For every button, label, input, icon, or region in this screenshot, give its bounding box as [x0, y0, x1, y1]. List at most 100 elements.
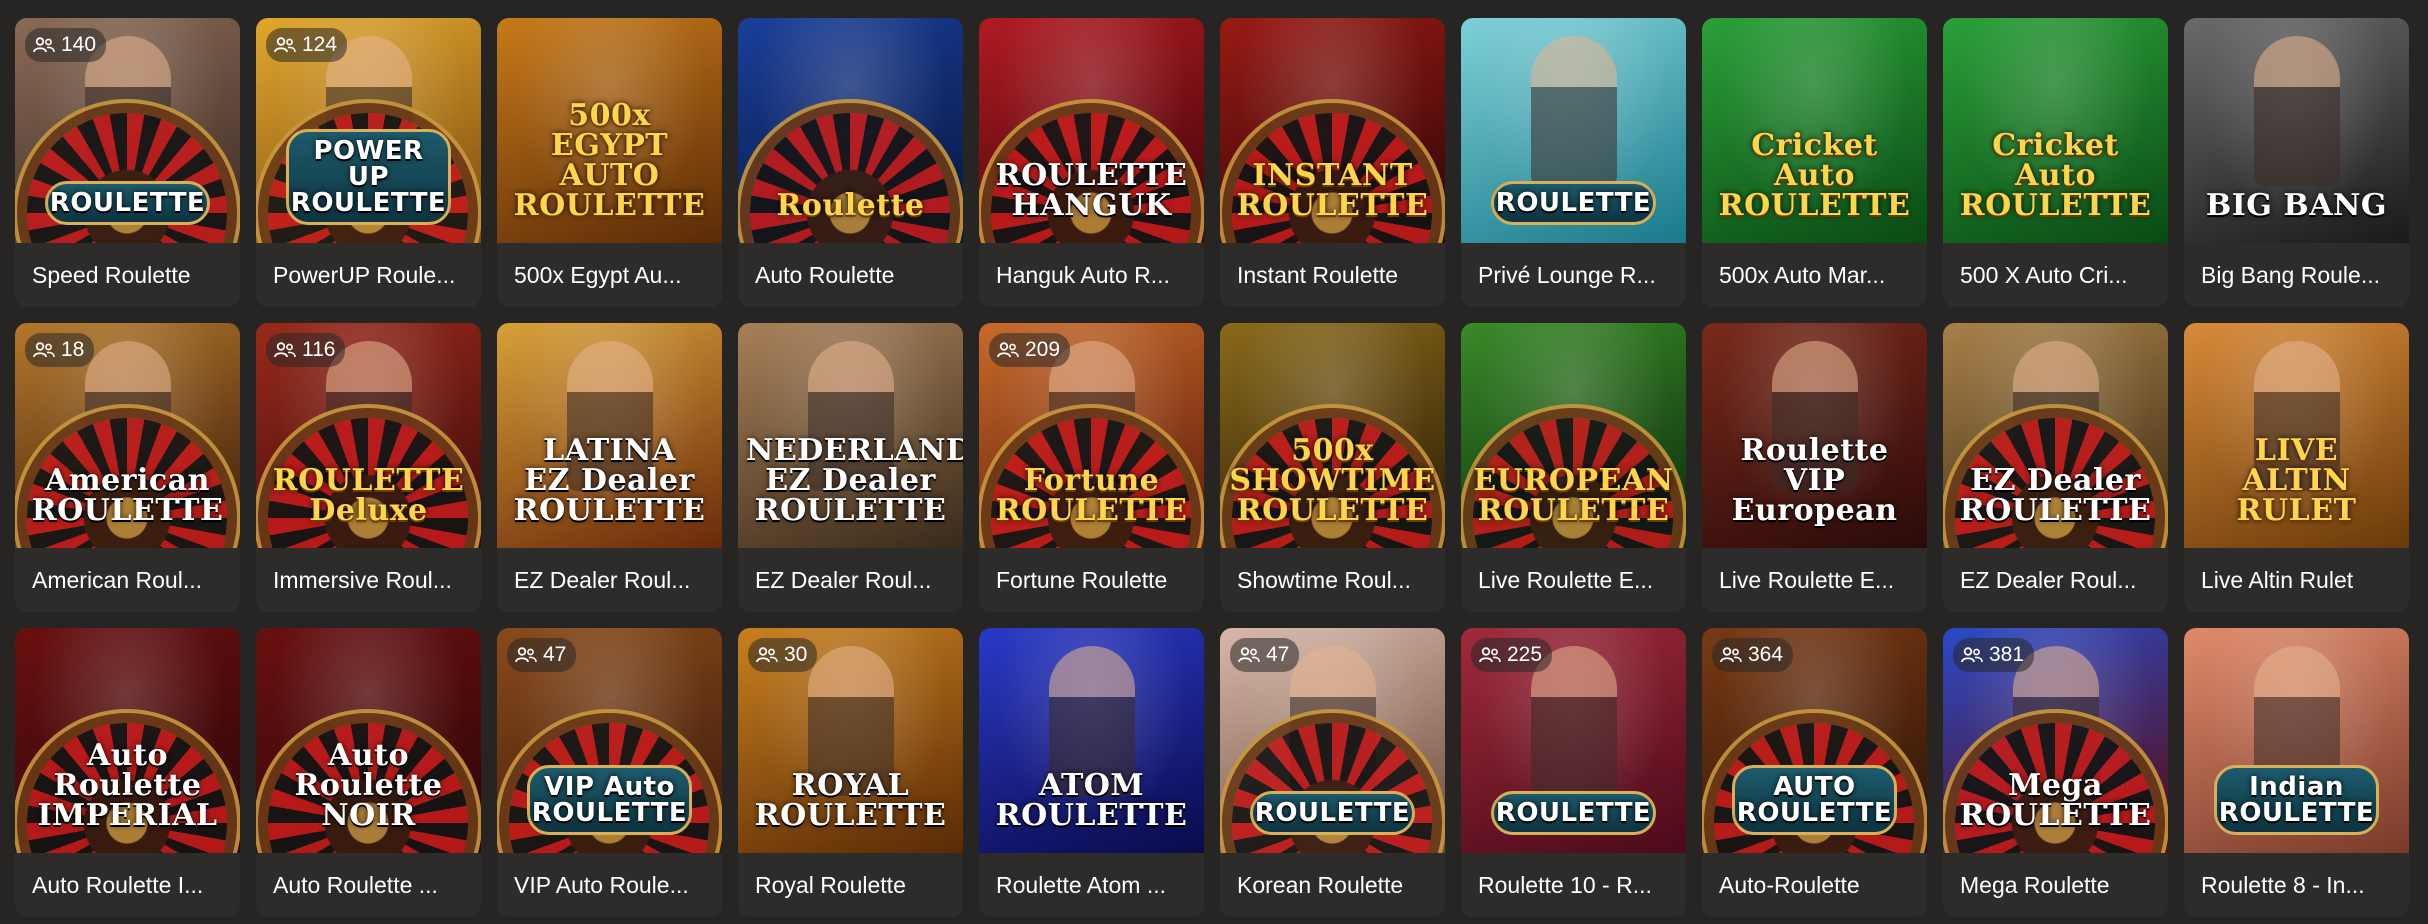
game-thumbnail[interactable]: Roulette: [738, 18, 963, 243]
game-title[interactable]: Showtime Roul...: [1220, 548, 1445, 612]
game-tile[interactable]: ATOM ROULETTE Roulette Atom ...: [979, 628, 1204, 917]
game-title[interactable]: EZ Dealer Roul...: [497, 548, 722, 612]
game-tile[interactable]: ROULETTE 140 Speed Roulette: [15, 18, 240, 307]
game-thumbnail[interactable]: 500x EGYPT AUTO ROULETTE: [497, 18, 722, 243]
game-title[interactable]: Roulette Atom ...: [979, 853, 1204, 917]
game-title[interactable]: Mega Roulette: [1943, 853, 2168, 917]
game-logo: Mega ROULETTE: [1959, 768, 2152, 833]
game-thumbnail[interactable]: Fortune ROULETTE 209: [979, 323, 1204, 548]
game-tile[interactable]: ROULETTE 47 Korean Roulette: [1220, 628, 1445, 917]
game-thumbnail[interactable]: EZ Dealer ROULETTE: [1943, 323, 2168, 548]
game-title[interactable]: Roulette 8 - In...: [2184, 853, 2409, 917]
game-tile[interactable]: INSTANT ROULETTE Instant Roulette: [1220, 18, 1445, 307]
game-thumbnail[interactable]: LIVE ALTIN RULET: [2184, 323, 2409, 548]
game-tile[interactable]: Auto Roulette IMPERIAL Auto Roulette I...: [15, 628, 240, 917]
game-title[interactable]: Fortune Roulette: [979, 548, 1204, 612]
game-title[interactable]: Speed Roulette: [15, 243, 240, 307]
player-count-badge: 116: [266, 333, 346, 367]
game-thumbnail[interactable]: INSTANT ROULETTE: [1220, 18, 1445, 243]
game-tile[interactable]: VIP Auto ROULETTE 47 VIP Auto Roule...: [497, 628, 722, 917]
game-thumbnail[interactable]: Roulette VIP European: [1702, 323, 1927, 548]
game-title[interactable]: EZ Dealer Roul...: [738, 548, 963, 612]
game-thumbnail[interactable]: ROULETTE 225: [1461, 628, 1686, 853]
game-thumbnail[interactable]: ROYAL ROULETTE 30: [738, 628, 963, 853]
people-icon: [515, 647, 537, 663]
game-tile[interactable]: ROYAL ROULETTE 30 Royal Roulette: [738, 628, 963, 917]
game-thumbnail[interactable]: Auto Roulette NOIR: [256, 628, 481, 853]
game-tile[interactable]: Auto Roulette NOIR Auto Roulette ...: [256, 628, 481, 917]
game-thumbnail[interactable]: Indian ROULETTE: [2184, 628, 2409, 853]
game-thumbnail[interactable]: POWER UP ROULETTE 124: [256, 18, 481, 243]
game-title[interactable]: Live Roulette E...: [1461, 548, 1686, 612]
game-tile[interactable]: EUROPEAN ROULETTE Live Roulette E...: [1461, 323, 1686, 612]
game-tile[interactable]: 500x SHOWTIME ROULETTE Showtime Roul...: [1220, 323, 1445, 612]
game-title[interactable]: Instant Roulette: [1220, 243, 1445, 307]
game-thumbnail[interactable]: ROULETTE 140: [15, 18, 240, 243]
game-logo: VIP Auto ROULETTE: [527, 765, 692, 835]
game-thumbnail[interactable]: Cricket Auto ROULETTE: [1702, 18, 1927, 243]
game-title[interactable]: Auto Roulette: [738, 243, 963, 307]
game-thumbnail[interactable]: NEDERLANDS EZ Dealer ROULETTE: [738, 323, 963, 548]
game-thumbnail[interactable]: Mega ROULETTE 381: [1943, 628, 2168, 853]
game-title[interactable]: Auto Roulette I...: [15, 853, 240, 917]
game-tile[interactable]: ROULETTE Deluxe 116 Immersive Roul...: [256, 323, 481, 612]
people-icon: [33, 342, 55, 358]
game-title[interactable]: VIP Auto Roule...: [497, 853, 722, 917]
game-title[interactable]: Hanguk Auto R...: [979, 243, 1204, 307]
game-title[interactable]: Auto Roulette ...: [256, 853, 481, 917]
game-title[interactable]: EZ Dealer Roul...: [1943, 548, 2168, 612]
game-title[interactable]: Big Bang Roule...: [2184, 243, 2409, 307]
game-tile[interactable]: LIVE ALTIN RULET Live Altin Rulet: [2184, 323, 2409, 612]
game-thumbnail[interactable]: ROULETTE: [1461, 18, 1686, 243]
game-title[interactable]: Live Altin Rulet: [2184, 548, 2409, 612]
game-thumbnail[interactable]: Auto Roulette IMPERIAL: [15, 628, 240, 853]
game-thumbnail[interactable]: ATOM ROULETTE: [979, 628, 1204, 853]
game-title[interactable]: Live Roulette E...: [1702, 548, 1927, 612]
game-tile[interactable]: ROULETTE HANGUK Hanguk Auto R...: [979, 18, 1204, 307]
game-tile[interactable]: Cricket Auto ROULETTE 500 X Auto Cri...: [1943, 18, 2168, 307]
game-title[interactable]: 500x Egypt Au...: [497, 243, 722, 307]
game-thumbnail[interactable]: American ROULETTE 18: [15, 323, 240, 548]
game-thumbnail[interactable]: BIG BANG: [2184, 18, 2409, 243]
game-tile[interactable]: ROULETTE 225 Roulette 10 - R...: [1461, 628, 1686, 917]
player-count: 364: [1748, 643, 1784, 666]
game-thumbnail[interactable]: ROULETTE HANGUK: [979, 18, 1204, 243]
game-title[interactable]: Korean Roulette: [1220, 853, 1445, 917]
game-tile[interactable]: Roulette Auto Roulette: [738, 18, 963, 307]
game-title[interactable]: Royal Roulette: [738, 853, 963, 917]
game-tile[interactable]: AUTO ROULETTE 364 Auto-Roulette: [1702, 628, 1927, 917]
game-tile[interactable]: 500x EGYPT AUTO ROULETTE 500x Egypt Au...: [497, 18, 722, 307]
game-tile[interactable]: POWER UP ROULETTE 124 PowerUP Roule...: [256, 18, 481, 307]
game-thumbnail[interactable]: AUTO ROULETTE 364: [1702, 628, 1927, 853]
game-tile[interactable]: LATINA EZ Dealer ROULETTE EZ Dealer Roul.…: [497, 323, 722, 612]
game-tile[interactable]: BIG BANG Big Bang Roule...: [2184, 18, 2409, 307]
game-thumbnail[interactable]: ROULETTE 47: [1220, 628, 1445, 853]
game-title[interactable]: Roulette 10 - R...: [1461, 853, 1686, 917]
game-tile[interactable]: Roulette VIP European Live Roulette E...: [1702, 323, 1927, 612]
game-title[interactable]: Auto-Roulette: [1702, 853, 1927, 917]
game-tile[interactable]: NEDERLANDS EZ Dealer ROULETTE EZ Dealer R…: [738, 323, 963, 612]
player-count-badge: 364: [1712, 638, 1794, 672]
game-tile[interactable]: American ROULETTE 18 American Roul...: [15, 323, 240, 612]
game-tile[interactable]: Indian ROULETTE Roulette 8 - In...: [2184, 628, 2409, 917]
game-thumbnail[interactable]: LATINA EZ Dealer ROULETTE: [497, 323, 722, 548]
game-title[interactable]: 500 X Auto Cri...: [1943, 243, 2168, 307]
player-count: 18: [61, 338, 85, 361]
game-tile[interactable]: Mega ROULETTE 381 Mega Roulette: [1943, 628, 2168, 917]
game-title[interactable]: Privé Lounge R...: [1461, 243, 1686, 307]
game-title[interactable]: American Roul...: [15, 548, 240, 612]
game-thumbnail[interactable]: Cricket Auto ROULETTE: [1943, 18, 2168, 243]
game-title[interactable]: PowerUP Roule...: [256, 243, 481, 307]
game-title[interactable]: 500x Auto Mar...: [1702, 243, 1927, 307]
game-thumbnail[interactable]: ROULETTE Deluxe 116: [256, 323, 481, 548]
game-tile[interactable]: Cricket Auto ROULETTE 500x Auto Mar...: [1702, 18, 1927, 307]
game-tile[interactable]: Fortune ROULETTE 209 Fortune Roulette: [979, 323, 1204, 612]
game-logo: Indian ROULETTE: [2214, 765, 2379, 835]
game-thumbnail[interactable]: 500x SHOWTIME ROULETTE: [1220, 323, 1445, 548]
game-thumbnail[interactable]: VIP Auto ROULETTE 47: [497, 628, 722, 853]
game-tile[interactable]: EZ Dealer ROULETTE EZ Dealer Roul...: [1943, 323, 2168, 612]
game-title[interactable]: Immersive Roul...: [256, 548, 481, 612]
player-count-badge: 47: [1230, 638, 1300, 672]
game-tile[interactable]: ROULETTE Privé Lounge R...: [1461, 18, 1686, 307]
game-thumbnail[interactable]: EUROPEAN ROULETTE: [1461, 323, 1686, 548]
